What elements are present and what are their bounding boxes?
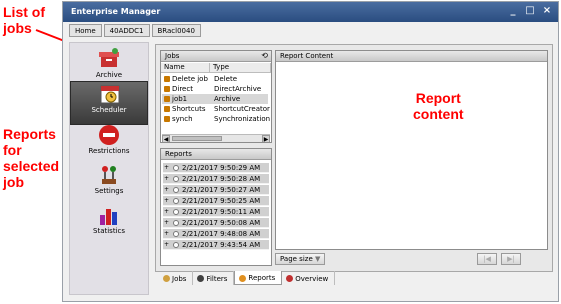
jobs-horizontal-scrollbar[interactable]: ◀ ▶ <box>162 134 270 142</box>
job-row[interactable]: Delete job Delete <box>162 74 268 84</box>
report-row[interactable]: + 2/21/2017 9:48:08 AM <box>163 229 269 239</box>
job-row[interactable]: synch Synchronization <box>162 114 270 124</box>
bottom-tabs: Jobs Filters Reports Overview <box>159 271 336 287</box>
scroll-thumb[interactable] <box>172 136 222 141</box>
nav-item-scheduler[interactable]: Scheduler <box>70 81 148 125</box>
job-icon <box>164 86 170 92</box>
next-icon: ▶| <box>507 255 515 263</box>
annotation-report-content: Report content <box>413 90 464 122</box>
report-icon <box>173 198 179 204</box>
breadcrumb-home[interactable]: Home <box>69 24 102 37</box>
expand-icon[interactable]: + <box>164 163 169 173</box>
nav-label: Archive <box>95 71 123 79</box>
breadcrumb: Home 40ADDC1 BRacl0040 <box>69 24 201 38</box>
tab-filters[interactable]: Filters <box>193 271 235 285</box>
title-bar: Enterprise Manager _ □ × <box>63 2 558 22</box>
report-icon <box>173 209 179 215</box>
column-header-type[interactable]: Type <box>210 63 271 73</box>
nav-label: Scheduler <box>91 106 127 114</box>
report-icon <box>173 176 179 182</box>
expand-icon[interactable]: + <box>164 207 169 217</box>
tab-label: Reports <box>248 274 276 282</box>
report-row[interactable]: + 2/21/2017 9:50:25 AM <box>163 196 269 206</box>
enterprise-manager-window: Enterprise Manager _ □ × Home 40ADDC1 BR… <box>62 1 559 302</box>
breadcrumb-server[interactable]: 40ADDC1 <box>103 24 150 37</box>
statistics-icon <box>100 209 117 225</box>
overview-icon <box>286 275 294 282</box>
job-row[interactable]: Shortcuts ShortcutCreator <box>162 104 270 114</box>
reports-tab-icon <box>239 274 247 282</box>
nav-item-restrictions[interactable]: Restrictions <box>70 123 148 167</box>
nav-label: Statistics <box>93 227 125 235</box>
report-row[interactable]: + 2/21/2017 9:50:08 AM <box>163 218 269 228</box>
expand-icon[interactable]: + <box>164 240 169 250</box>
expand-icon[interactable]: + <box>164 196 169 206</box>
job-icon <box>164 76 170 82</box>
report-icon <box>173 187 179 193</box>
report-icon <box>173 165 179 171</box>
refresh-icon[interactable]: ⟲ <box>261 51 268 61</box>
column-header-name[interactable]: Name <box>161 63 210 73</box>
report-row[interactable]: + 2/21/2017 9:50:27 AM <box>163 185 269 195</box>
report-content-title: Report Content <box>280 52 334 60</box>
nav-label: Restrictions <box>88 147 130 155</box>
report-row[interactable]: + 2/21/2017 9:50:29 AM <box>163 163 269 173</box>
left-navigation: Archive Scheduler Restrictions Settings … <box>69 42 149 295</box>
previous-icon: |◀ <box>483 255 491 263</box>
scheduler-icon <box>100 85 120 104</box>
chevron-down-icon: ▼ <box>314 255 321 263</box>
scroll-left-icon[interactable]: ◀ <box>162 135 170 142</box>
report-content-header: Report Content <box>276 51 547 62</box>
expand-icon[interactable]: + <box>164 185 169 195</box>
maximize-button[interactable]: □ <box>525 5 535 17</box>
job-icon <box>164 116 170 122</box>
close-button[interactable]: × <box>542 5 552 17</box>
nav-item-statistics[interactable]: Statistics <box>70 203 148 247</box>
page-size-label: Page size <box>280 255 313 263</box>
jobs-tab-icon <box>163 275 170 282</box>
next-page-button[interactable]: ▶| <box>501 253 521 265</box>
tab-reports[interactable]: Reports <box>234 271 283 285</box>
report-row[interactable]: + 2/21/2017 9:50:11 AM <box>163 207 269 217</box>
report-content-panel: Report Content <box>275 50 548 250</box>
job-row[interactable]: Direct DirectArchive <box>162 84 268 94</box>
jobs-panel-title: Jobs <box>165 52 180 60</box>
archive-icon <box>99 48 119 67</box>
filter-icon <box>197 275 205 282</box>
job-icon <box>164 106 170 112</box>
tab-label: Overview <box>295 274 329 283</box>
reports-panel-title: Reports <box>165 150 192 158</box>
scroll-right-icon[interactable]: ▶ <box>262 135 270 142</box>
window-title: Enterprise Manager <box>71 7 161 16</box>
restrictions-icon <box>99 125 119 145</box>
job-row-selected[interactable]: job1 Archive <box>162 94 268 104</box>
breadcrumb-object[interactable]: BRacl0040 <box>151 24 201 37</box>
expand-icon[interactable]: + <box>164 174 169 184</box>
nav-item-settings[interactable]: Settings <box>70 163 148 207</box>
report-icon <box>173 242 179 248</box>
tab-label: Filters <box>206 274 228 283</box>
report-row[interactable]: + 2/21/2017 9:43:54 AM <box>163 240 269 250</box>
page-size-dropdown[interactable]: Page size ▼ <box>275 253 326 265</box>
tab-overview[interactable]: Overview <box>282 271 336 285</box>
job-icon <box>164 96 170 102</box>
jobs-panel-header: Jobs ⟲ <box>161 51 271 62</box>
reports-panel-header: Reports <box>161 149 271 160</box>
tab-label: Jobs <box>172 274 187 283</box>
expand-icon[interactable]: + <box>164 229 169 239</box>
jobs-panel: Jobs ⟲ Name Type Delete job Delete Direc… <box>160 50 272 143</box>
tab-jobs[interactable]: Jobs <box>159 271 194 285</box>
report-icon <box>173 220 179 226</box>
report-row[interactable]: + 2/21/2017 9:50:28 AM <box>163 174 269 184</box>
expand-icon[interactable]: + <box>164 218 169 228</box>
previous-page-button[interactable]: |◀ <box>477 253 497 265</box>
reports-panel: Reports + 2/21/2017 9:50:29 AM + 2/21/20… <box>160 148 272 266</box>
nav-label: Settings <box>94 187 124 195</box>
minimize-button[interactable]: _ <box>508 5 518 17</box>
settings-icon <box>102 166 116 184</box>
report-icon <box>173 231 179 237</box>
